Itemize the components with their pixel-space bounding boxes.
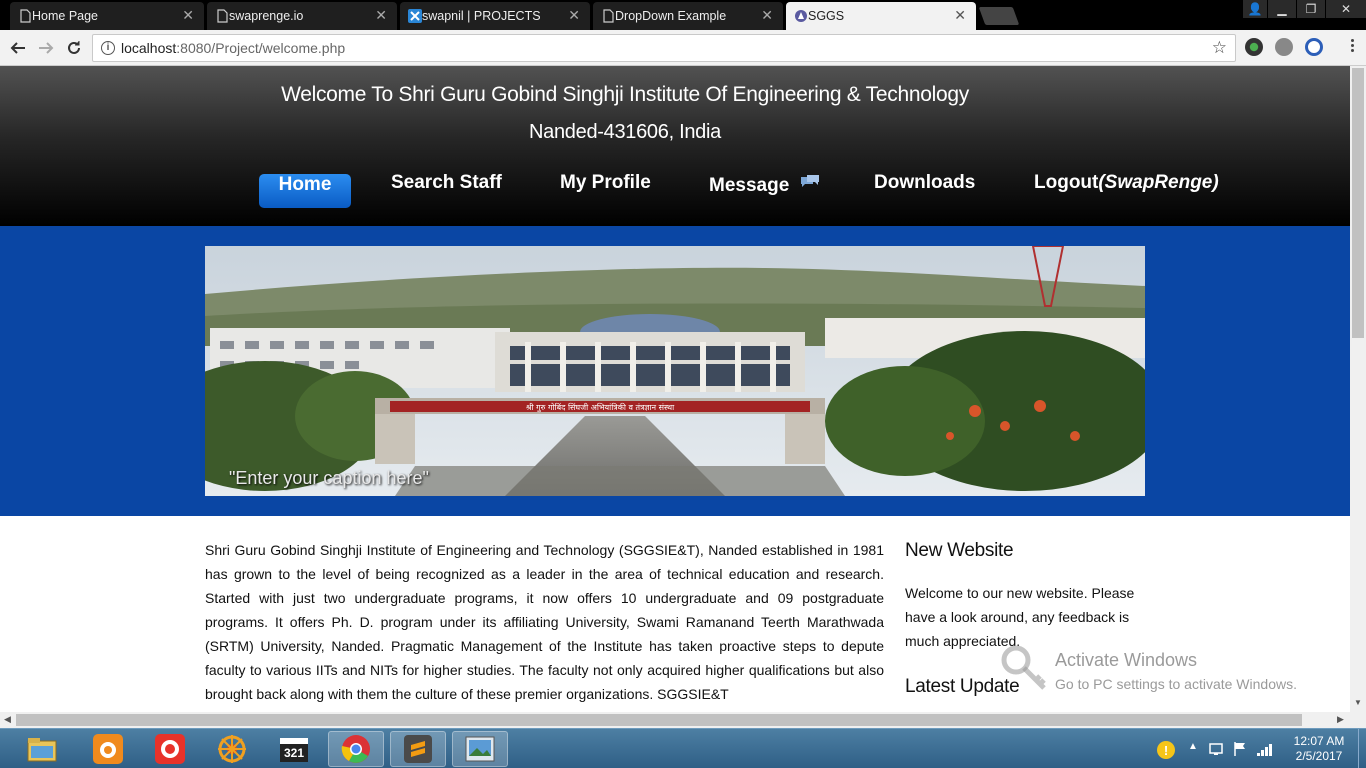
svg-text:!: ! (1164, 743, 1168, 758)
extension-icon-1[interactable] (1245, 38, 1263, 56)
site-header: Welcome To Shri Guru Gobind Singhji Inst… (0, 66, 1350, 226)
scroll-down-icon[interactable]: ▼ (1354, 698, 1362, 707)
sggs-logo-icon (795, 10, 807, 22)
svg-text:321: 321 (284, 746, 304, 760)
tab-label: Home Page (32, 9, 99, 23)
browser-toolbar: i localhost:8080/Project/welcome.php ☆ (0, 30, 1366, 66)
tab-label: SGGS (808, 9, 845, 23)
minimize-button[interactable]: ▁ (1268, 0, 1296, 18)
page-icon (217, 9, 228, 23)
institute-sign-text: श्री गुरु गोबिंद सिंघजी अभियांत्रिकी व त… (526, 402, 675, 413)
sublime-text-icon[interactable] (390, 731, 446, 767)
tab-swaprenge[interactable]: swaprenge.io ✕ (207, 2, 397, 30)
tab-label: DropDown Example (615, 9, 727, 23)
chat-bubble-icon (800, 175, 819, 187)
tab-label: swapnil | PROJECTS (422, 9, 541, 23)
vertical-scroll-thumb[interactable] (1352, 68, 1364, 338)
close-window-button[interactable]: ✕ (1326, 0, 1366, 18)
uc-browser-icon[interactable] (80, 731, 136, 767)
windows-taskbar: 321 ! ▲ 12:07 AM 2/5/2017 (0, 728, 1366, 768)
file-explorer-icon[interactable] (14, 731, 70, 767)
new-website-heading: New Website (905, 540, 1014, 561)
nav-search-staff[interactable]: Search Staff (391, 172, 502, 194)
info-icon[interactable]: i (101, 41, 115, 55)
new-website-text: Welcome to our new website. Please have … (905, 585, 1135, 649)
address-bar[interactable]: i localhost:8080/Project/welcome.php ☆ (92, 34, 1236, 62)
window-controls: 👤 ▁ ❐ ✕ (1242, 0, 1366, 18)
close-icon[interactable]: ✕ (182, 8, 194, 22)
site-title: Welcome To Shri Guru Gobind Singhji Inst… (281, 83, 969, 106)
reload-button[interactable] (63, 37, 85, 59)
tab-dropdown-example[interactable]: DropDown Example ✕ (593, 2, 783, 30)
extension-icon-3[interactable] (1305, 38, 1323, 56)
clock-date: 2/5/2017 (1295, 749, 1343, 763)
screen-recorder-icon[interactable] (142, 731, 198, 767)
back-button[interactable] (7, 37, 29, 59)
taskbar-clock[interactable]: 12:07 AM 2/5/2017 (1284, 734, 1354, 764)
nav-my-profile[interactable]: My Profile (560, 172, 651, 194)
scroll-right-icon[interactable]: ▶ (1337, 714, 1344, 725)
restore-button[interactable]: ❐ (1297, 0, 1325, 18)
chrome-icon[interactable] (328, 731, 384, 767)
nav-downloads[interactable]: Downloads (874, 172, 975, 194)
url-text[interactable]: localhost:8080/Project/welcome.php (121, 40, 345, 56)
banner-caption: "Enter your caption here" (229, 468, 429, 488)
web-page: Welcome To Shri Guru Gobind Singhji Inst… (0, 66, 1350, 712)
vertical-scrollbar[interactable]: ▲ ▼ (1350, 66, 1366, 712)
network-monitor-icon[interactable] (1208, 741, 1224, 757)
bookmark-star-icon[interactable]: ☆ (1212, 38, 1227, 58)
nav-message[interactable]: Message (709, 175, 819, 197)
scrollbar-corner (1350, 712, 1366, 728)
tab-sggs[interactable]: SGGS ✕ (786, 2, 976, 30)
tray-expand-icon[interactable]: ▲ (1188, 741, 1198, 752)
key-icon (1001, 645, 1046, 690)
forward-button[interactable] (35, 37, 57, 59)
show-desktop-button[interactable] (1358, 729, 1366, 768)
clock-time: 12:07 AM (1293, 734, 1345, 748)
photos-icon[interactable] (452, 731, 508, 767)
tab-home-page[interactable]: Home Page ✕ (10, 2, 204, 30)
horizontal-scroll-thumb[interactable] (16, 714, 1302, 726)
new-tab-button[interactable] (978, 7, 1020, 25)
close-icon[interactable]: ✕ (954, 8, 966, 22)
flag-icon[interactable] (1232, 741, 1248, 757)
browser-tab-strip: Home Page ✕ swaprenge.io ✕ swapnil | PRO… (0, 0, 1366, 30)
close-icon[interactable]: ✕ (375, 8, 387, 22)
browser-menu-icon[interactable] (1349, 37, 1355, 57)
site-subtitle: Nanded-431606, India (529, 121, 721, 143)
media-player-icon[interactable]: 321 (266, 731, 322, 767)
intro-paragraph: Shri Guru Gobind Singhji Institute of En… (205, 542, 884, 702)
nav-home[interactable]: Home (259, 174, 351, 208)
nav-logout[interactable]: Logout(SwapRenge) (1034, 172, 1219, 194)
tab-label: swaprenge.io (229, 9, 304, 23)
reload-icon (68, 41, 80, 54)
nav-username: (SwapRenge) (1098, 172, 1219, 193)
page-icon (603, 9, 614, 23)
nav-message-label: Message (709, 175, 790, 196)
activate-windows-watermark: Activate Windows Go to PC settings to ac… (1000, 644, 1340, 704)
extension-icon-2[interactable] (1275, 38, 1293, 56)
action-center-icon[interactable]: ! (1155, 739, 1177, 761)
url-host: localhost (121, 40, 177, 56)
watermark-title: Activate Windows (1055, 650, 1198, 670)
close-icon[interactable]: ✕ (761, 8, 773, 22)
screen: Home Page ✕ swaprenge.io ✕ swapnil | PRO… (0, 0, 1366, 768)
forward-arrow-icon (39, 42, 54, 54)
watermark-subtitle: Go to PC settings to activate Windows. (1055, 676, 1297, 692)
helm-app-icon[interactable] (204, 731, 260, 767)
scroll-left-icon[interactable]: ◀ (4, 714, 11, 725)
close-icon[interactable]: ✕ (568, 8, 580, 22)
campus-photo: श्री गुरु गोबिंद सिंघजी अभियांत्रिकी व त… (205, 246, 1145, 496)
url-path: :8080/Project/welcome.php (176, 40, 346, 56)
tab-projects[interactable]: swapnil | PROJECTS ✕ (400, 2, 590, 30)
signal-strength-icon[interactable] (1256, 741, 1274, 757)
horizontal-scrollbar[interactable]: ◀ ▶ (0, 712, 1350, 728)
nav-logout-label: Logout (1034, 172, 1099, 193)
campus-banner-image: श्री गुरु गोबिंद सिंघजी अभियांत्रिकी व त… (205, 246, 1145, 496)
x-logo-icon (408, 9, 422, 23)
user-icon[interactable]: 👤 (1243, 0, 1267, 18)
back-arrow-icon (10, 42, 25, 54)
page-icon (20, 9, 31, 23)
